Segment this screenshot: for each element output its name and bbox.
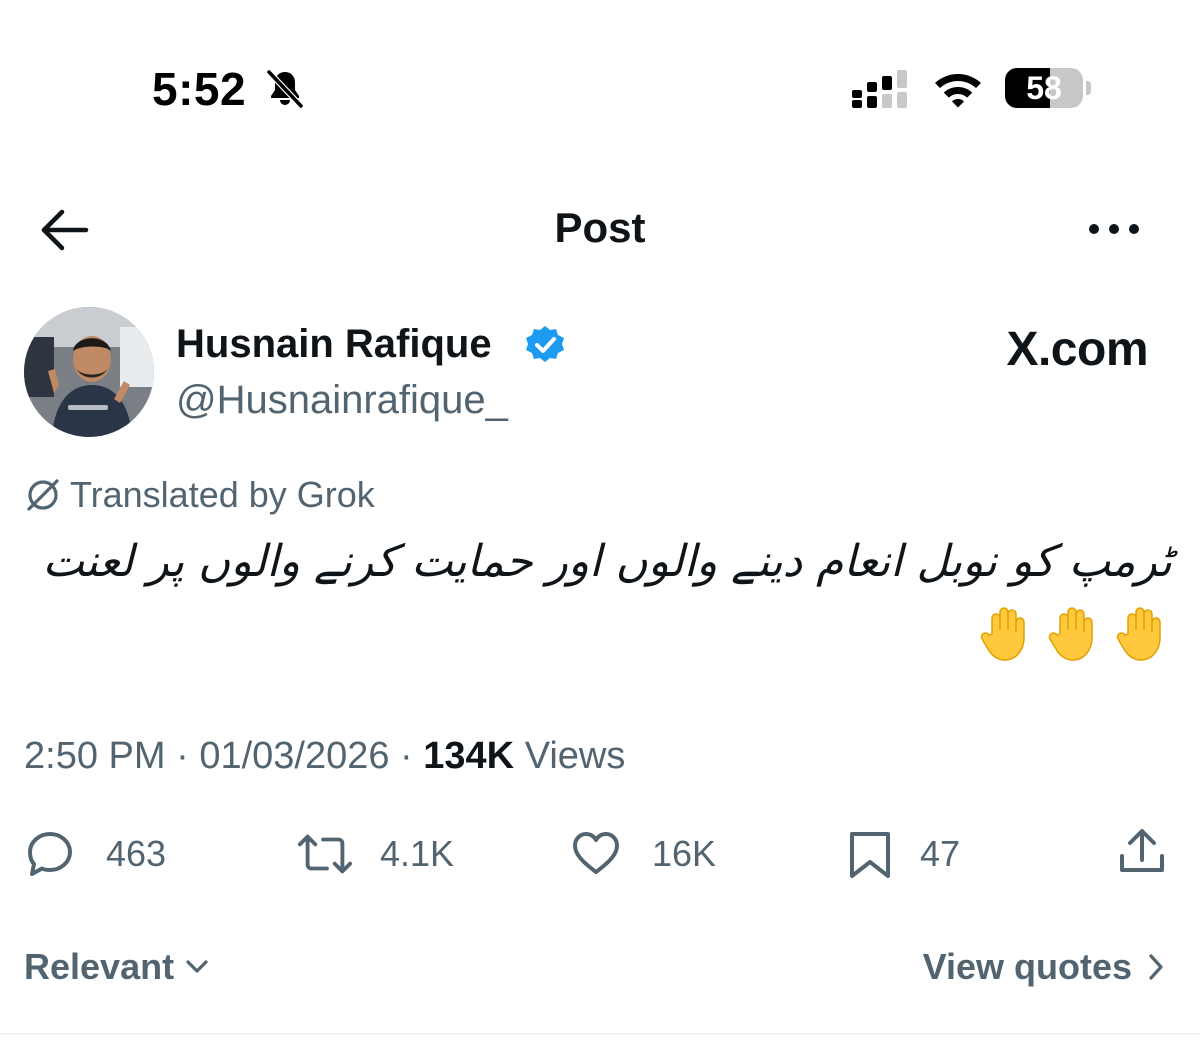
author-handle[interactable]: @Husnainrafique_	[176, 378, 508, 423]
status-bar: 5:52 58	[0, 0, 1200, 160]
grok-icon	[27, 479, 59, 511]
like-button[interactable]: 16K	[570, 826, 716, 882]
view-quotes-link[interactable]: View quotes	[923, 946, 1166, 988]
more-horizontal-icon	[1089, 224, 1139, 234]
watermark: X.com	[1006, 323, 1148, 376]
reply-icon	[28, 832, 72, 876]
meta-separator: ·	[165, 735, 200, 777]
sort-replies-dropdown[interactable]: Relevant	[24, 946, 210, 988]
post-meta: 2:50 PM · 01/03/2026 · 134K Views	[24, 735, 625, 778]
like-count: 16K	[652, 833, 717, 874]
post-text: ٹرمپ کو نوبل انعام دینے والوں اور حمایت …	[42, 536, 1172, 587]
bookmark-count: 47	[920, 833, 961, 874]
heart-icon	[573, 832, 619, 874]
share-button[interactable]	[1116, 826, 1168, 878]
author-name[interactable]: Husnain Rafique	[176, 322, 492, 367]
battery-level: 58	[1026, 70, 1062, 106]
chevron-right-icon	[1149, 954, 1163, 980]
raised-hand-icon	[980, 607, 1025, 661]
bookmark-icon	[850, 832, 890, 878]
chevron-down-icon	[186, 960, 208, 973]
raised-hand-icon	[1116, 607, 1161, 661]
sort-label: Relevant	[24, 946, 175, 987]
views-label[interactable]: Views	[525, 735, 626, 777]
post-emoji-row	[978, 604, 1172, 662]
verified-badge-icon	[526, 326, 564, 362]
reply-count: 463	[106, 833, 167, 874]
views-count[interactable]: 134K	[423, 735, 514, 777]
translated-label: Translated by Grok	[70, 474, 375, 515]
bookmark-button[interactable]: 47	[846, 826, 960, 882]
view-quotes-label: View quotes	[922, 946, 1132, 987]
battery-body: 58	[1005, 68, 1083, 108]
raised-hand-icon	[1048, 607, 1093, 661]
divider	[0, 1033, 1200, 1035]
post-date: 01/03/2026	[199, 735, 390, 777]
more-button[interactable]	[1082, 214, 1146, 244]
repost-icon	[297, 834, 353, 874]
bell-slash-icon	[266, 69, 304, 109]
wifi-icon	[935, 74, 981, 108]
post-time: 2:50 PM	[24, 735, 166, 777]
battery-icon: 58	[1005, 68, 1091, 108]
status-time: 5:52	[152, 63, 247, 115]
share-icon	[1120, 829, 1164, 872]
avatar-photo	[24, 307, 154, 437]
battery-tip	[1086, 81, 1091, 95]
reply-button[interactable]: 463	[24, 826, 166, 882]
repost-count: 4.1K	[380, 833, 455, 874]
cellular-signal-icon	[852, 70, 907, 108]
avatar[interactable]	[24, 307, 154, 437]
repost-button[interactable]: 4.1K	[296, 826, 454, 882]
meta-separator: ·	[389, 735, 424, 777]
translated-by-grok[interactable]: Translated by Grok	[24, 474, 375, 516]
page-title: Post	[554, 204, 646, 251]
